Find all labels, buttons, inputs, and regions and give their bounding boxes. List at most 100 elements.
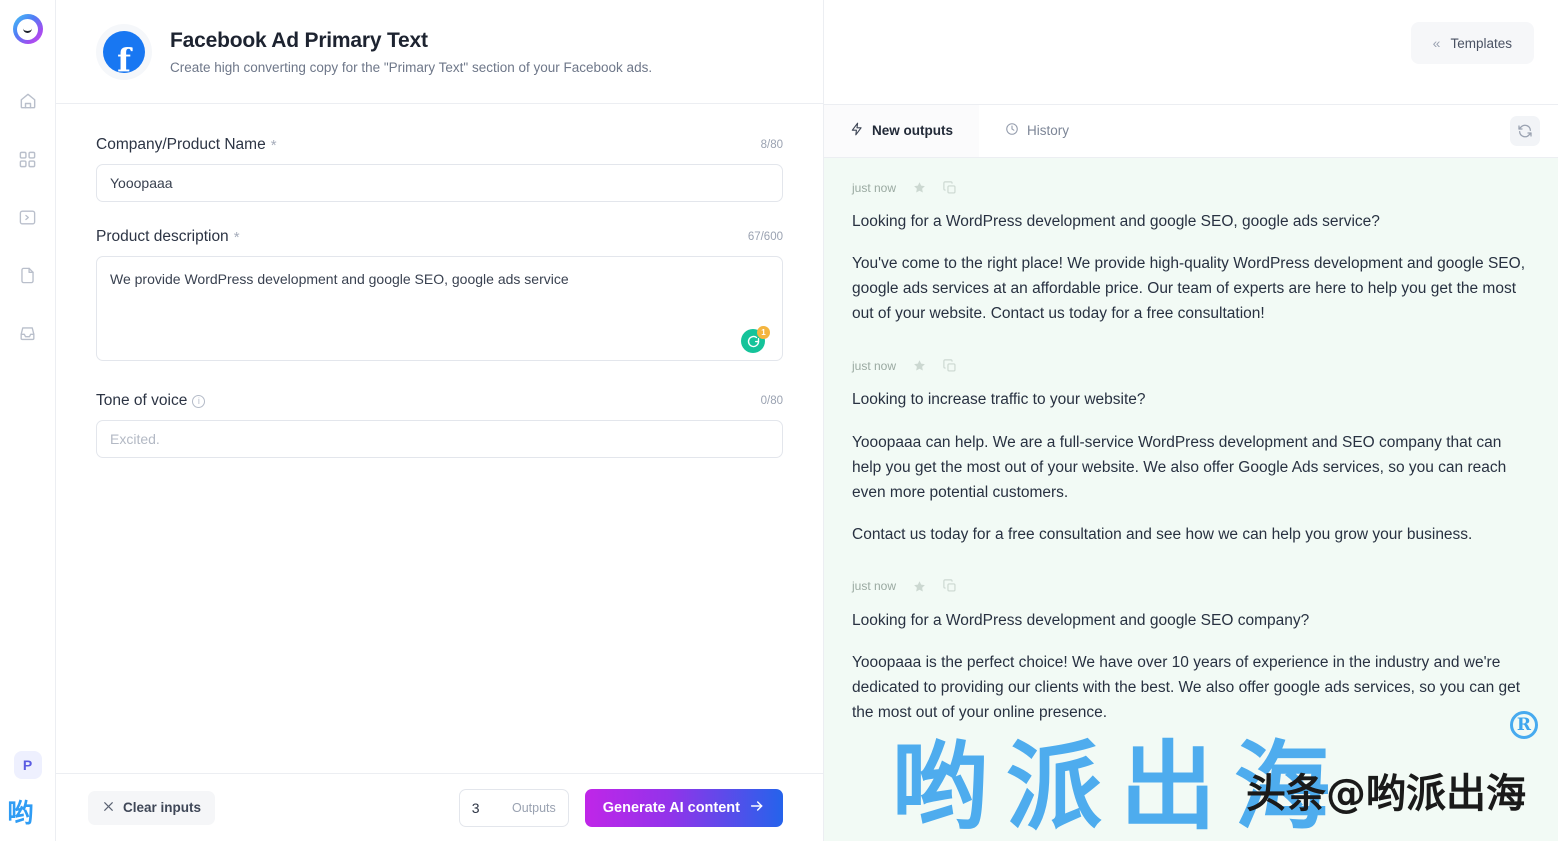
outputs-count-label: Outputs — [511, 800, 556, 815]
output-paragraph: Looking for a WordPress development and … — [852, 213, 1380, 230]
sidebar-item-documents[interactable] — [13, 260, 43, 290]
required-marker: * — [233, 228, 240, 246]
output-body: Looking to increase traffic to your webs… — [852, 387, 1528, 547]
outputs-list[interactable]: just now Looking for a WordPress develop… — [824, 158, 1558, 841]
output-meta: just now — [852, 180, 1528, 195]
output-card: just now Looking for a WordPress develop… — [824, 158, 1558, 336]
output-paragraph: Looking for a WordPress development and … — [852, 611, 1310, 629]
tab-new-outputs[interactable]: New outputs — [824, 105, 979, 157]
page-subtitle: Create high converting copy for the "Pri… — [170, 59, 653, 75]
field-company-product-name: Company/Product Name * 8/80 — [96, 136, 783, 202]
outputs-header: « Templates — [824, 0, 1558, 104]
double-chevron-left-icon: « — [1432, 35, 1441, 51]
output-paragraph: Contact us today for a free consultation… — [852, 525, 1473, 543]
char-counter: 8/80 — [760, 139, 783, 151]
output-meta: just now — [852, 358, 1528, 373]
output-body: Looking for a WordPress development and … — [852, 209, 1528, 326]
sidebar-footer: P 哟 — [0, 751, 55, 841]
tab-new-outputs-label: New outputs — [872, 122, 953, 138]
watermark-handle-text: 头条@哟派出海 — [1246, 771, 1526, 817]
home-icon — [18, 91, 38, 111]
lightning-icon — [850, 122, 864, 139]
sidebar-item-inbox[interactable] — [13, 318, 43, 348]
char-counter: 67/600 — [747, 231, 783, 243]
output-meta: just now — [852, 579, 1528, 594]
refresh-icon[interactable] — [1510, 116, 1540, 146]
field-label-text: Product description — [96, 228, 229, 245]
star-icon[interactable] — [912, 358, 927, 373]
page-title: Facebook Ad Primary Text — [170, 28, 428, 52]
tabs-spacer — [1095, 105, 1510, 157]
tone-of-voice-input[interactable] — [96, 420, 783, 458]
required-marker: * — [270, 136, 277, 154]
info-icon[interactable]: i — [192, 394, 206, 408]
close-icon — [102, 800, 115, 816]
output-timestamp: just now — [852, 180, 897, 195]
sidebar-item-apps[interactable] — [13, 144, 43, 174]
header-text: Facebook Ad Primary Text Create high con… — [170, 29, 652, 75]
textarea-wrapper: We provide WordPress development and goo… — [96, 256, 783, 366]
output-timestamp: just now — [852, 579, 897, 594]
terminal-icon — [18, 208, 37, 227]
grid-apps-icon — [18, 150, 37, 169]
clock-icon — [1005, 122, 1019, 139]
tab-history[interactable]: History — [979, 105, 1095, 157]
form-area: Company/Product Name * 8/80 Product desc… — [56, 104, 823, 773]
form-column: f Facebook Ad Primary Text Create high c… — [56, 0, 824, 841]
star-icon[interactable] — [912, 180, 927, 195]
inbox-icon — [18, 324, 37, 343]
company-product-name-input[interactable] — [96, 164, 783, 202]
templates-button[interactable]: « Templates — [1410, 22, 1534, 64]
outputs-column: « Templates New outputs History just now… — [824, 0, 1558, 841]
avatar[interactable]: P — [13, 751, 42, 779]
outputs-count-stepper[interactable]: 3 Outputs — [458, 788, 569, 827]
generate-label: Generate AI content — [602, 799, 740, 816]
generate-ai-content-button[interactable]: Generate AI content — [584, 788, 783, 827]
grammarly-badge: 1 — [757, 326, 770, 339]
facebook-icon: f — [96, 23, 152, 80]
field-label: Tone of voice i — [96, 392, 206, 410]
outputs-count-value: 3 — [471, 799, 480, 816]
output-body: Looking for a WordPress development and … — [852, 608, 1528, 725]
output-timestamp: just now — [852, 358, 897, 373]
sidebar-item-playground[interactable] — [13, 202, 43, 232]
char-counter: 0/80 — [760, 395, 783, 407]
field-product-description: Product description * 67/600 We provide … — [96, 228, 783, 366]
facebook-logo-circle: f — [103, 30, 145, 73]
watermark-sidebar-mark: 哟 — [7, 799, 34, 829]
copy-icon[interactable] — [943, 579, 957, 593]
field-label-text: Company/Product Name — [96, 136, 266, 153]
grammarly-icon[interactable]: 1 — [741, 326, 770, 355]
output-paragraph: You've come to the right place! We provi… — [852, 255, 1526, 323]
sidebar-nav — [13, 86, 43, 348]
field-label: Company/Product Name * — [96, 136, 277, 154]
star-icon[interactable] — [912, 579, 927, 594]
clear-inputs-button[interactable]: Clear inputs — [88, 790, 216, 825]
page-header: f Facebook Ad Primary Text Create high c… — [56, 0, 823, 104]
sidebar-item-home[interactable] — [13, 86, 43, 116]
sidebar: P 哟 — [0, 0, 56, 841]
copy-icon[interactable] — [943, 180, 957, 195]
field-header: Product description * 67/600 — [96, 228, 783, 246]
product-description-textarea[interactable]: We provide WordPress development and goo… — [96, 256, 783, 361]
field-header: Tone of voice i 0/80 — [96, 392, 783, 410]
app-logo[interactable] — [12, 14, 43, 44]
field-label: Product description * — [96, 228, 240, 246]
app-root: P 哟 f Facebook Ad Primary Text Create hi… — [0, 0, 1558, 841]
outputs-tabs: New outputs History — [824, 104, 1558, 158]
logo-smile — [23, 28, 32, 33]
templates-label: Templates — [1450, 35, 1512, 51]
tab-history-label: History — [1027, 122, 1070, 138]
output-paragraph: Yooopaaa can help. We are a full-service… — [852, 433, 1507, 501]
logo-inner — [17, 18, 38, 40]
output-paragraph: Yooopaaa is the perfect choice! We have … — [852, 654, 1521, 722]
form-bottom-bar: Clear inputs 3 Outputs Generate AI conte… — [56, 773, 823, 841]
copy-icon[interactable] — [943, 359, 957, 373]
field-label-text: Tone of voice — [96, 392, 188, 409]
field-header: Company/Product Name * 8/80 — [96, 136, 783, 154]
output-card: just now Looking for a WordPress develop… — [824, 557, 1558, 735]
output-paragraph: Looking to increase traffic to your webs… — [852, 391, 1146, 409]
watermark-cjk-text: 哟派出海 — [892, 731, 1348, 841]
clear-inputs-label: Clear inputs — [123, 800, 202, 815]
document-icon — [18, 266, 37, 285]
